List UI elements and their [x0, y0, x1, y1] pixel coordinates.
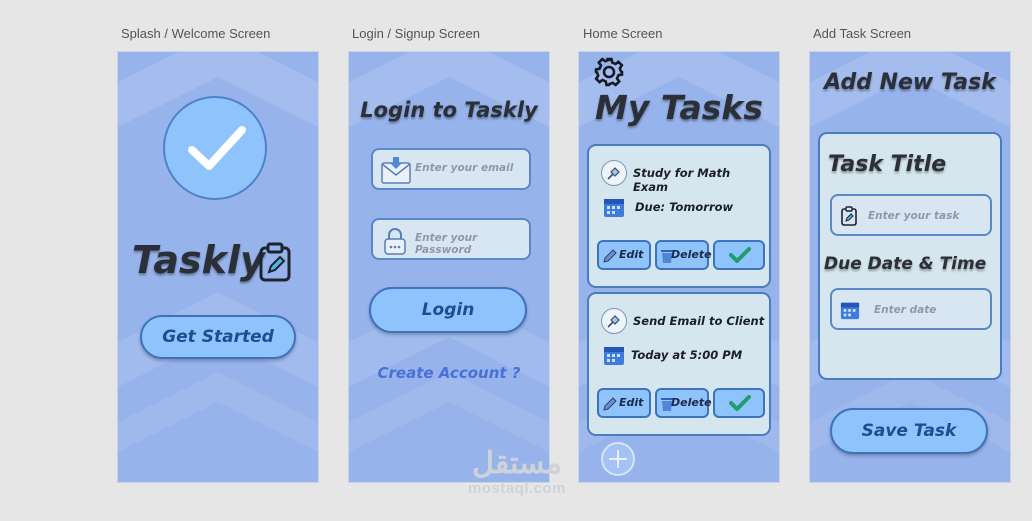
pin-badge: [601, 160, 627, 186]
delete-button[interactable]: Delete: [655, 388, 712, 418]
password-placeholder: Enter your Password: [415, 232, 478, 256]
task-input[interactable]: Enter your task: [830, 194, 992, 236]
login-screen: Login to Taskly Enter your email Enter y…: [349, 52, 549, 482]
delete-label: Delete: [671, 396, 712, 409]
watermark-latin: mostaql.com: [467, 480, 567, 497]
calendar-icon: [840, 302, 860, 320]
task-title-label: Task Title: [828, 152, 947, 177]
clipboard-icon: [259, 242, 291, 282]
login-title: Login to Taskly: [360, 98, 538, 122]
check-icon: [729, 247, 751, 263]
add-task-button[interactable]: [601, 442, 635, 476]
delete-label: Delete: [671, 248, 712, 261]
add-task-screen: Add New Task Task Title Enter your task …: [810, 52, 1010, 482]
create-account-link[interactable]: Create Account ?: [349, 364, 549, 382]
due-date-label: Due Date & Time: [824, 254, 987, 274]
task-due: Today at 5:00 PM: [631, 348, 743, 362]
pencil-icon: [603, 397, 617, 411]
watermark-arabic: مستقل: [472, 447, 562, 480]
app-name: Taskly: [132, 238, 265, 282]
pin-icon: [607, 315, 620, 328]
complete-button[interactable]: [713, 388, 765, 418]
pencil-icon: [603, 249, 617, 263]
task-title: Send Email to Client: [633, 314, 765, 328]
complete-button[interactable]: [713, 240, 765, 270]
edit-button[interactable]: Edit: [597, 240, 651, 270]
pin-icon: [607, 167, 620, 180]
envelope-icon: [381, 157, 411, 184]
task-form: Task Title Enter your task Due Date & Ti…: [818, 132, 1002, 380]
task-card[interactable]: Send Email to Client Today at 5:00 PM Ed…: [587, 292, 771, 436]
frame-label-splash: Splash / Welcome Screen: [121, 26, 271, 41]
lock-icon: [384, 228, 406, 255]
watermark: مستقل mostaql.com: [452, 447, 582, 498]
plus-icon: [609, 450, 627, 468]
email-placeholder: Enter your email: [415, 162, 514, 174]
check-icon: [729, 395, 751, 411]
edit-label: Edit: [619, 396, 644, 409]
login-button[interactable]: Login: [369, 287, 527, 333]
date-placeholder: Enter date: [874, 304, 937, 316]
gear-icon[interactable]: [593, 56, 625, 88]
pin-badge: [601, 308, 627, 334]
frame-label-login: Login / Signup Screen: [352, 26, 480, 41]
home-title: My Tasks: [595, 88, 763, 127]
add-task-title: Add New Task: [824, 70, 996, 95]
task-placeholder: Enter your task: [868, 210, 960, 222]
calendar-icon: [604, 347, 624, 365]
check-logo: [163, 96, 267, 200]
task-title: Study for Math Exam: [633, 166, 731, 194]
calendar-icon: [604, 199, 624, 217]
email-field[interactable]: Enter your email: [371, 148, 531, 190]
delete-button[interactable]: Delete: [655, 240, 712, 270]
frame-label-add: Add Task Screen: [813, 26, 912, 41]
edit-label: Edit: [619, 248, 644, 261]
edit-button[interactable]: Edit: [597, 388, 651, 418]
date-input[interactable]: Enter date: [830, 288, 992, 330]
frame-label-home: Home Screen: [583, 26, 663, 41]
save-task-button[interactable]: Save Task: [830, 408, 988, 454]
task-card[interactable]: Study for Math Exam Due: Tomorrow Edit D…: [587, 144, 771, 288]
task-due: Due: Tomorrow: [635, 200, 734, 214]
clipboard-icon: [841, 206, 857, 226]
splash-screen: Taskly Get Started: [118, 52, 318, 482]
check-icon: [188, 126, 246, 170]
get-started-button[interactable]: Get Started: [140, 315, 296, 359]
home-screen: My Tasks Study for Math Exam Due: Tomorr…: [579, 52, 779, 482]
password-field[interactable]: Enter your Password: [371, 218, 531, 260]
